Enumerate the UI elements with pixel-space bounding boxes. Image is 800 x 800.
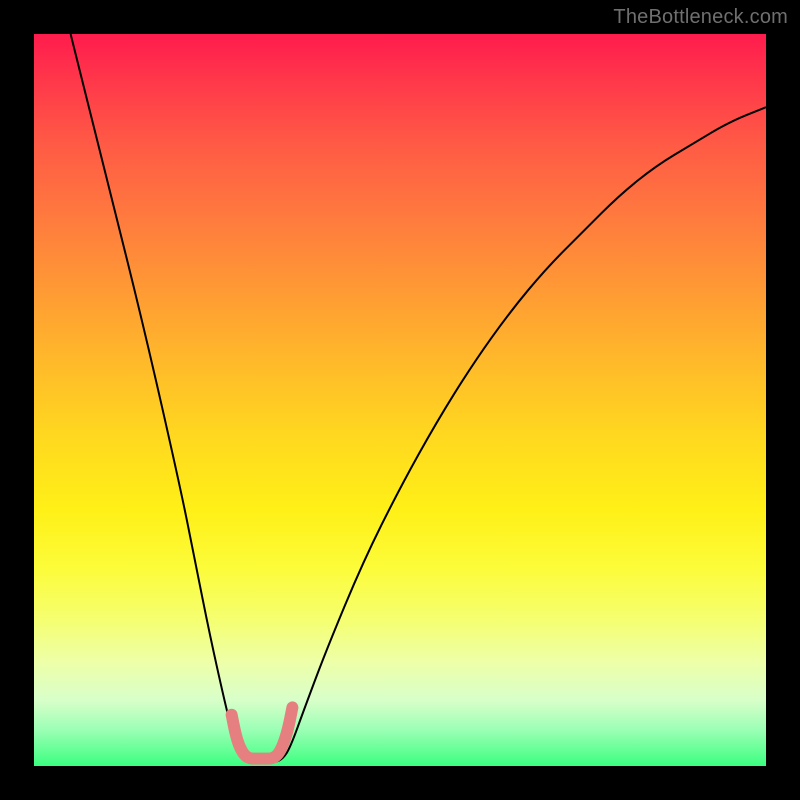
bottleneck-curve — [71, 34, 766, 762]
plot-area — [34, 34, 766, 766]
optimal-marker — [232, 707, 293, 758]
curve-layer — [34, 34, 766, 766]
chart-frame: TheBottleneck.com — [0, 0, 800, 800]
watermark-text: TheBottleneck.com — [613, 6, 788, 29]
